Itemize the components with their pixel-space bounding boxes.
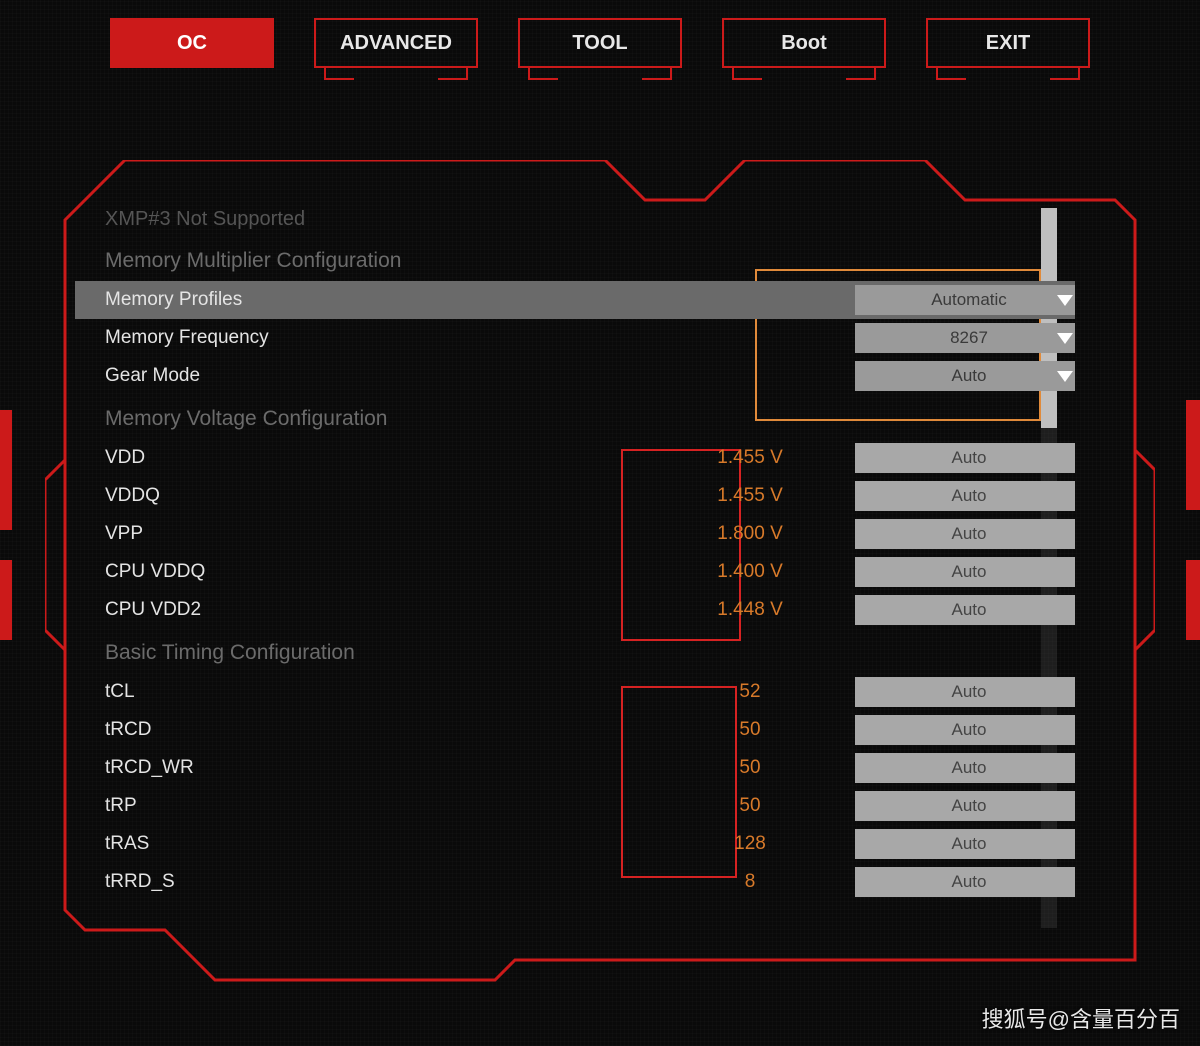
timing-reading: 52 — [665, 681, 835, 703]
timing-reading: 8 — [665, 871, 835, 893]
field-value: Auto — [952, 758, 987, 778]
voltage-reading: 1.455 V — [665, 485, 835, 507]
dropdown-memory-frequency[interactable]: 8267 — [855, 323, 1075, 353]
field-cpu-vddq[interactable]: Auto — [855, 557, 1075, 587]
chevron-down-icon — [1057, 333, 1073, 344]
watermark: 搜狐号@含量百分百 — [982, 1002, 1180, 1034]
field-value: Auto — [952, 448, 987, 468]
dropdown-gear-mode[interactable]: Auto — [855, 361, 1075, 391]
row-trcd-wr[interactable]: tRCD_WR 50 Auto — [75, 749, 1075, 787]
side-accent — [1186, 400, 1200, 510]
row-trcd[interactable]: tRCD 50 Auto — [75, 711, 1075, 749]
field-tras[interactable]: Auto — [855, 829, 1075, 859]
field-value: Auto — [952, 486, 987, 506]
row-trp[interactable]: tRP 50 Auto — [75, 787, 1075, 825]
row-vpp[interactable]: VPP 1.800 V Auto — [75, 515, 1075, 553]
setting-label: tRCD — [105, 719, 645, 741]
setting-label: tRCD_WR — [105, 757, 645, 779]
setting-label: Memory Frequency — [105, 327, 645, 349]
row-cpu-vddq[interactable]: CPU VDDQ 1.400 V Auto — [75, 553, 1075, 591]
setting-label: VDD — [105, 447, 645, 469]
field-trcd-wr[interactable]: Auto — [855, 753, 1075, 783]
row-vddq[interactable]: VDDQ 1.455 V Auto — [75, 477, 1075, 515]
row-trrd-s[interactable]: tRRD_S 8 Auto — [75, 863, 1075, 901]
tab-boot[interactable]: Boot — [722, 18, 886, 68]
field-value: Auto — [952, 600, 987, 620]
section-memory-multiplier: Memory Multiplier Configuration — [75, 237, 1075, 281]
section-memory-voltage: Memory Voltage Configuration — [75, 395, 1075, 439]
tab-oc[interactable]: OC — [110, 18, 274, 68]
field-value: Auto — [952, 524, 987, 544]
row-vdd[interactable]: VDD 1.455 V Auto — [75, 439, 1075, 477]
field-value: Auto — [952, 872, 987, 892]
row-tras[interactable]: tRAS 128 Auto — [75, 825, 1075, 863]
timing-reading: 50 — [665, 719, 835, 741]
tab-label: ADVANCED — [340, 32, 452, 55]
row-memory-profiles[interactable]: Memory Profiles Automatic — [75, 281, 1075, 319]
setting-label: tRP — [105, 795, 645, 817]
setting-label: Gear Mode — [105, 365, 645, 387]
dropdown-value: Automatic — [931, 290, 1007, 310]
tab-tool[interactable]: TOOL — [518, 18, 682, 68]
field-cpu-vdd2[interactable]: Auto — [855, 595, 1075, 625]
field-value: Auto — [952, 562, 987, 582]
dropdown-value: Auto — [952, 366, 987, 386]
field-trrd-s[interactable]: Auto — [855, 867, 1075, 897]
tab-label: EXIT — [986, 32, 1030, 55]
voltage-reading: 1.800 V — [665, 523, 835, 545]
field-value: Auto — [952, 720, 987, 740]
row-tcl[interactable]: tCL 52 Auto — [75, 673, 1075, 711]
settings-panel: XMP#3 Not Supported Memory Multiplier Co… — [75, 208, 1075, 928]
section-basic-timing: Basic Timing Configuration — [75, 629, 1075, 673]
field-vpp[interactable]: Auto — [855, 519, 1075, 549]
side-accent — [1186, 560, 1200, 640]
timing-reading: 50 — [665, 795, 835, 817]
field-vddq[interactable]: Auto — [855, 481, 1075, 511]
main-tabs: OC ADVANCED TOOL Boot EXIT — [0, 18, 1200, 68]
setting-label: CPU VDDQ — [105, 561, 645, 583]
timing-reading: 50 — [665, 757, 835, 779]
dropdown-value: 8267 — [950, 328, 988, 348]
setting-label: tRAS — [105, 833, 645, 855]
field-value: Auto — [952, 796, 987, 816]
voltage-reading: 1.448 V — [665, 599, 835, 621]
setting-label: CPU VDD2 — [105, 599, 645, 621]
field-value: Auto — [952, 834, 987, 854]
setting-label: VDDQ — [105, 485, 645, 507]
setting-label: tRRD_S — [105, 871, 645, 893]
setting-label: Memory Profiles — [105, 289, 645, 311]
field-vdd[interactable]: Auto — [855, 443, 1075, 473]
row-memory-frequency[interactable]: Memory Frequency 8267 — [75, 319, 1075, 357]
voltage-reading: 1.455 V — [665, 447, 835, 469]
chevron-down-icon — [1057, 371, 1073, 382]
tab-label: OC — [177, 32, 207, 55]
row-cpu-vdd2[interactable]: CPU VDD2 1.448 V Auto — [75, 591, 1075, 629]
chevron-down-icon — [1057, 295, 1073, 306]
field-tcl[interactable]: Auto — [855, 677, 1075, 707]
setting-label: tCL — [105, 681, 645, 703]
field-value: Auto — [952, 682, 987, 702]
tab-exit[interactable]: EXIT — [926, 18, 1090, 68]
field-trp[interactable]: Auto — [855, 791, 1075, 821]
tab-label: Boot — [781, 32, 827, 55]
xmp3-status: XMP#3 Not Supported — [75, 208, 1075, 237]
dropdown-memory-profiles[interactable]: Automatic — [855, 285, 1075, 315]
tab-advanced[interactable]: ADVANCED — [314, 18, 478, 68]
tab-label: TOOL — [572, 32, 627, 55]
timing-reading: 128 — [665, 833, 835, 855]
row-gear-mode[interactable]: Gear Mode Auto — [75, 357, 1075, 395]
side-accent — [0, 560, 12, 640]
voltage-reading: 1.400 V — [665, 561, 835, 583]
field-trcd[interactable]: Auto — [855, 715, 1075, 745]
side-accent — [0, 410, 12, 530]
setting-label: VPP — [105, 523, 645, 545]
